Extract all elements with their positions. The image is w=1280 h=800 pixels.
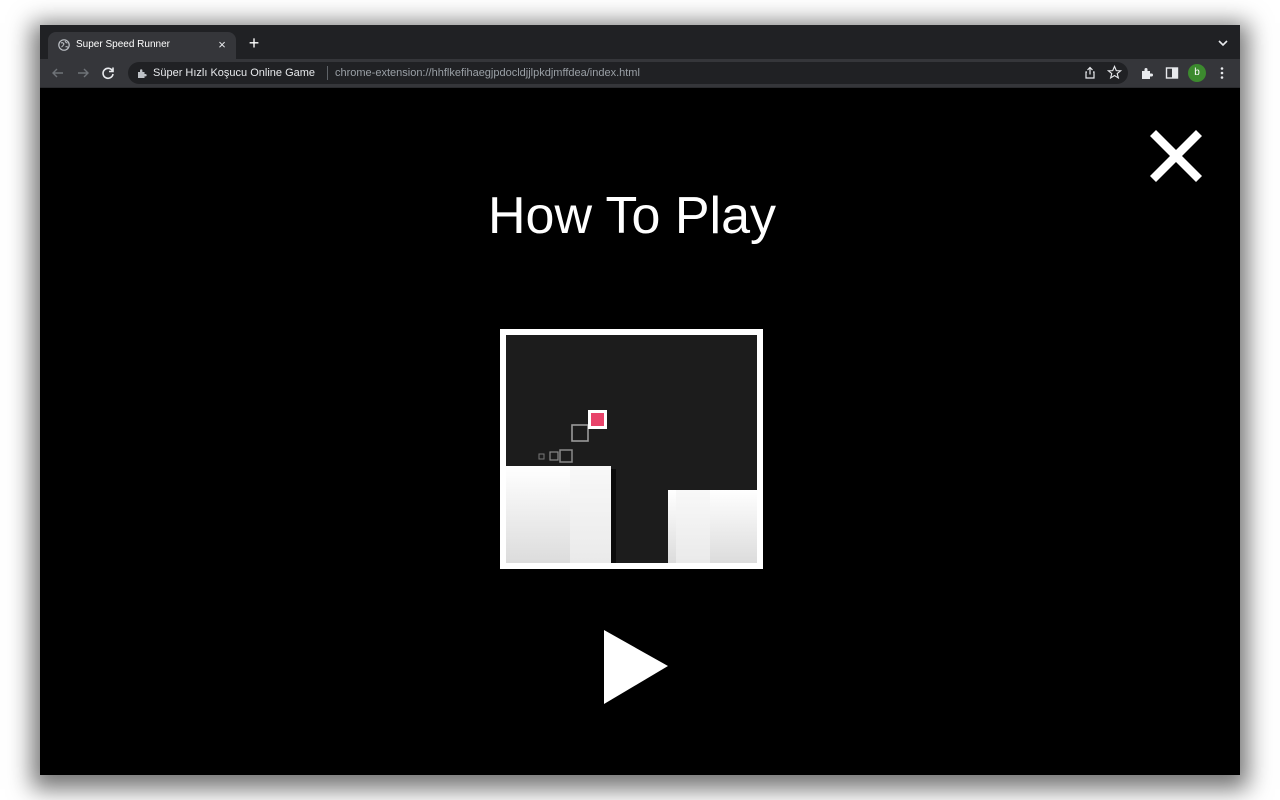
reload-icon[interactable] xyxy=(100,65,116,81)
tab-close-icon[interactable]: × xyxy=(214,37,230,53)
puzzle-icon[interactable] xyxy=(1139,65,1155,81)
url-text[interactable]: chrome-extension://hhflkefihaegjpdocldjj… xyxy=(335,66,640,80)
extension-icon xyxy=(138,69,147,78)
star-icon[interactable] xyxy=(1107,65,1122,80)
site-name: Süper Hızlı Koşucu Online Game xyxy=(153,67,316,79)
address-bar[interactable]: Süper Hızlı Koşucu Online Game chrome-ex… xyxy=(128,62,1128,84)
back-icon[interactable] xyxy=(50,65,66,81)
tab-title: Super Speed Runner xyxy=(76,39,170,50)
share-icon[interactable] xyxy=(1083,66,1097,80)
page-title: How To Play xyxy=(487,187,777,245)
menu-icon[interactable] xyxy=(1214,65,1230,81)
close-icon[interactable] xyxy=(1146,126,1206,186)
globe-icon xyxy=(58,39,70,51)
omnibox-separator xyxy=(327,66,328,80)
tutorial-illustration xyxy=(500,329,763,569)
profile-avatar[interactable]: b xyxy=(1188,64,1206,82)
tab-super-speed-runner[interactable]: Super Speed Runner × xyxy=(48,32,236,59)
new-tab-button[interactable]: + xyxy=(246,34,262,52)
side-panel-icon[interactable] xyxy=(1164,65,1180,81)
player-square-fill xyxy=(591,413,604,426)
tab-search-icon[interactable] xyxy=(1216,36,1230,50)
browser-window: Super Speed Runner × + Süper Hızlı Koşuc… xyxy=(40,25,1240,775)
browser-toolbar: Süper Hızlı Koşucu Online Game chrome-ex… xyxy=(40,59,1240,88)
profile-initial: b xyxy=(1194,67,1200,78)
forward-icon[interactable] xyxy=(75,65,91,81)
game-page: How To Play xyxy=(40,88,1240,775)
play-icon[interactable] xyxy=(602,628,670,706)
tab-strip: Super Speed Runner × + xyxy=(40,25,1240,59)
